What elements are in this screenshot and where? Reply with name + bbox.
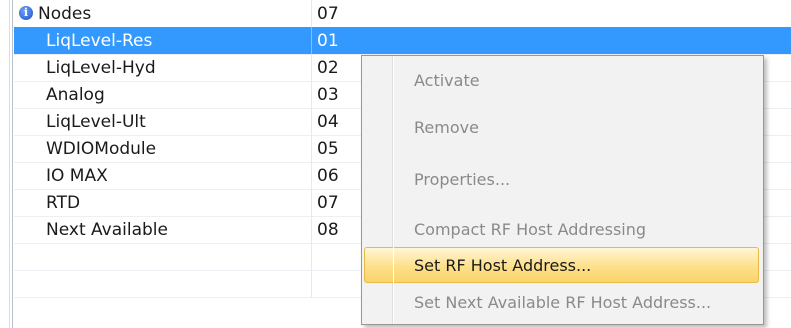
tree-row-liqlevel-res[interactable]: LiqLevel-Res 01	[14, 27, 791, 55]
column-divider	[311, 108, 312, 135]
menu-item-properties[interactable]: Properties...	[364, 161, 759, 197]
node-label: IO MAX	[46, 166, 108, 186]
node-address: 03	[317, 85, 339, 105]
node-address: 01	[317, 31, 339, 51]
column-divider	[311, 0, 312, 27]
menu-item-activate[interactable]: Activate	[364, 62, 759, 98]
column-divider	[311, 27, 312, 54]
menu-item-label: Remove	[414, 118, 479, 137]
column-divider	[311, 135, 312, 162]
column-divider	[311, 243, 312, 270]
node-address: 06	[317, 166, 339, 186]
node-address: 08	[317, 220, 339, 240]
menu-item-label: Activate	[414, 71, 480, 90]
window-left-border	[0, 0, 13, 328]
column-divider	[311, 270, 312, 297]
column-divider	[311, 81, 312, 108]
nodes-header-label: Nodes	[38, 4, 92, 24]
menu-item-compact-rf-host-addressing[interactable]: Compact RF Host Addressing	[364, 211, 759, 247]
node-label: Analog	[46, 85, 105, 105]
tree-header-row[interactable]: i Nodes 07	[14, 0, 791, 28]
menu-item-set-next-available-rf-host-address[interactable]: Set Next Available RF Host Address...	[364, 284, 759, 320]
node-label: LiqLevel-Res	[46, 31, 153, 51]
menu-item-label: Set RF Host Address...	[414, 256, 592, 275]
node-label: RTD	[46, 193, 81, 213]
column-divider	[311, 54, 312, 81]
node-address: 04	[317, 112, 339, 132]
column-divider	[311, 189, 312, 216]
node-label: WDIOModule	[46, 139, 157, 159]
column-divider	[311, 216, 312, 243]
column-divider	[311, 162, 312, 189]
node-label: LiqLevel-Hyd	[46, 58, 156, 78]
context-menu: Activate Remove Properties... Compact RF…	[361, 55, 764, 325]
node-label: LiqLevel-Ult	[46, 112, 146, 132]
info-icon: i	[19, 6, 33, 20]
menu-item-label: Compact RF Host Addressing	[414, 220, 647, 239]
menu-item-set-rf-host-address[interactable]: Set RF Host Address...	[364, 247, 759, 283]
node-label: Next Available	[46, 220, 168, 240]
menu-item-label: Properties...	[414, 170, 511, 189]
nodes-header-count: 07	[317, 4, 339, 24]
menu-item-remove[interactable]: Remove	[364, 109, 759, 145]
menu-item-label: Set Next Available RF Host Address...	[414, 293, 712, 312]
node-address: 02	[317, 58, 339, 78]
node-address: 05	[317, 139, 339, 159]
node-address: 07	[317, 193, 339, 213]
